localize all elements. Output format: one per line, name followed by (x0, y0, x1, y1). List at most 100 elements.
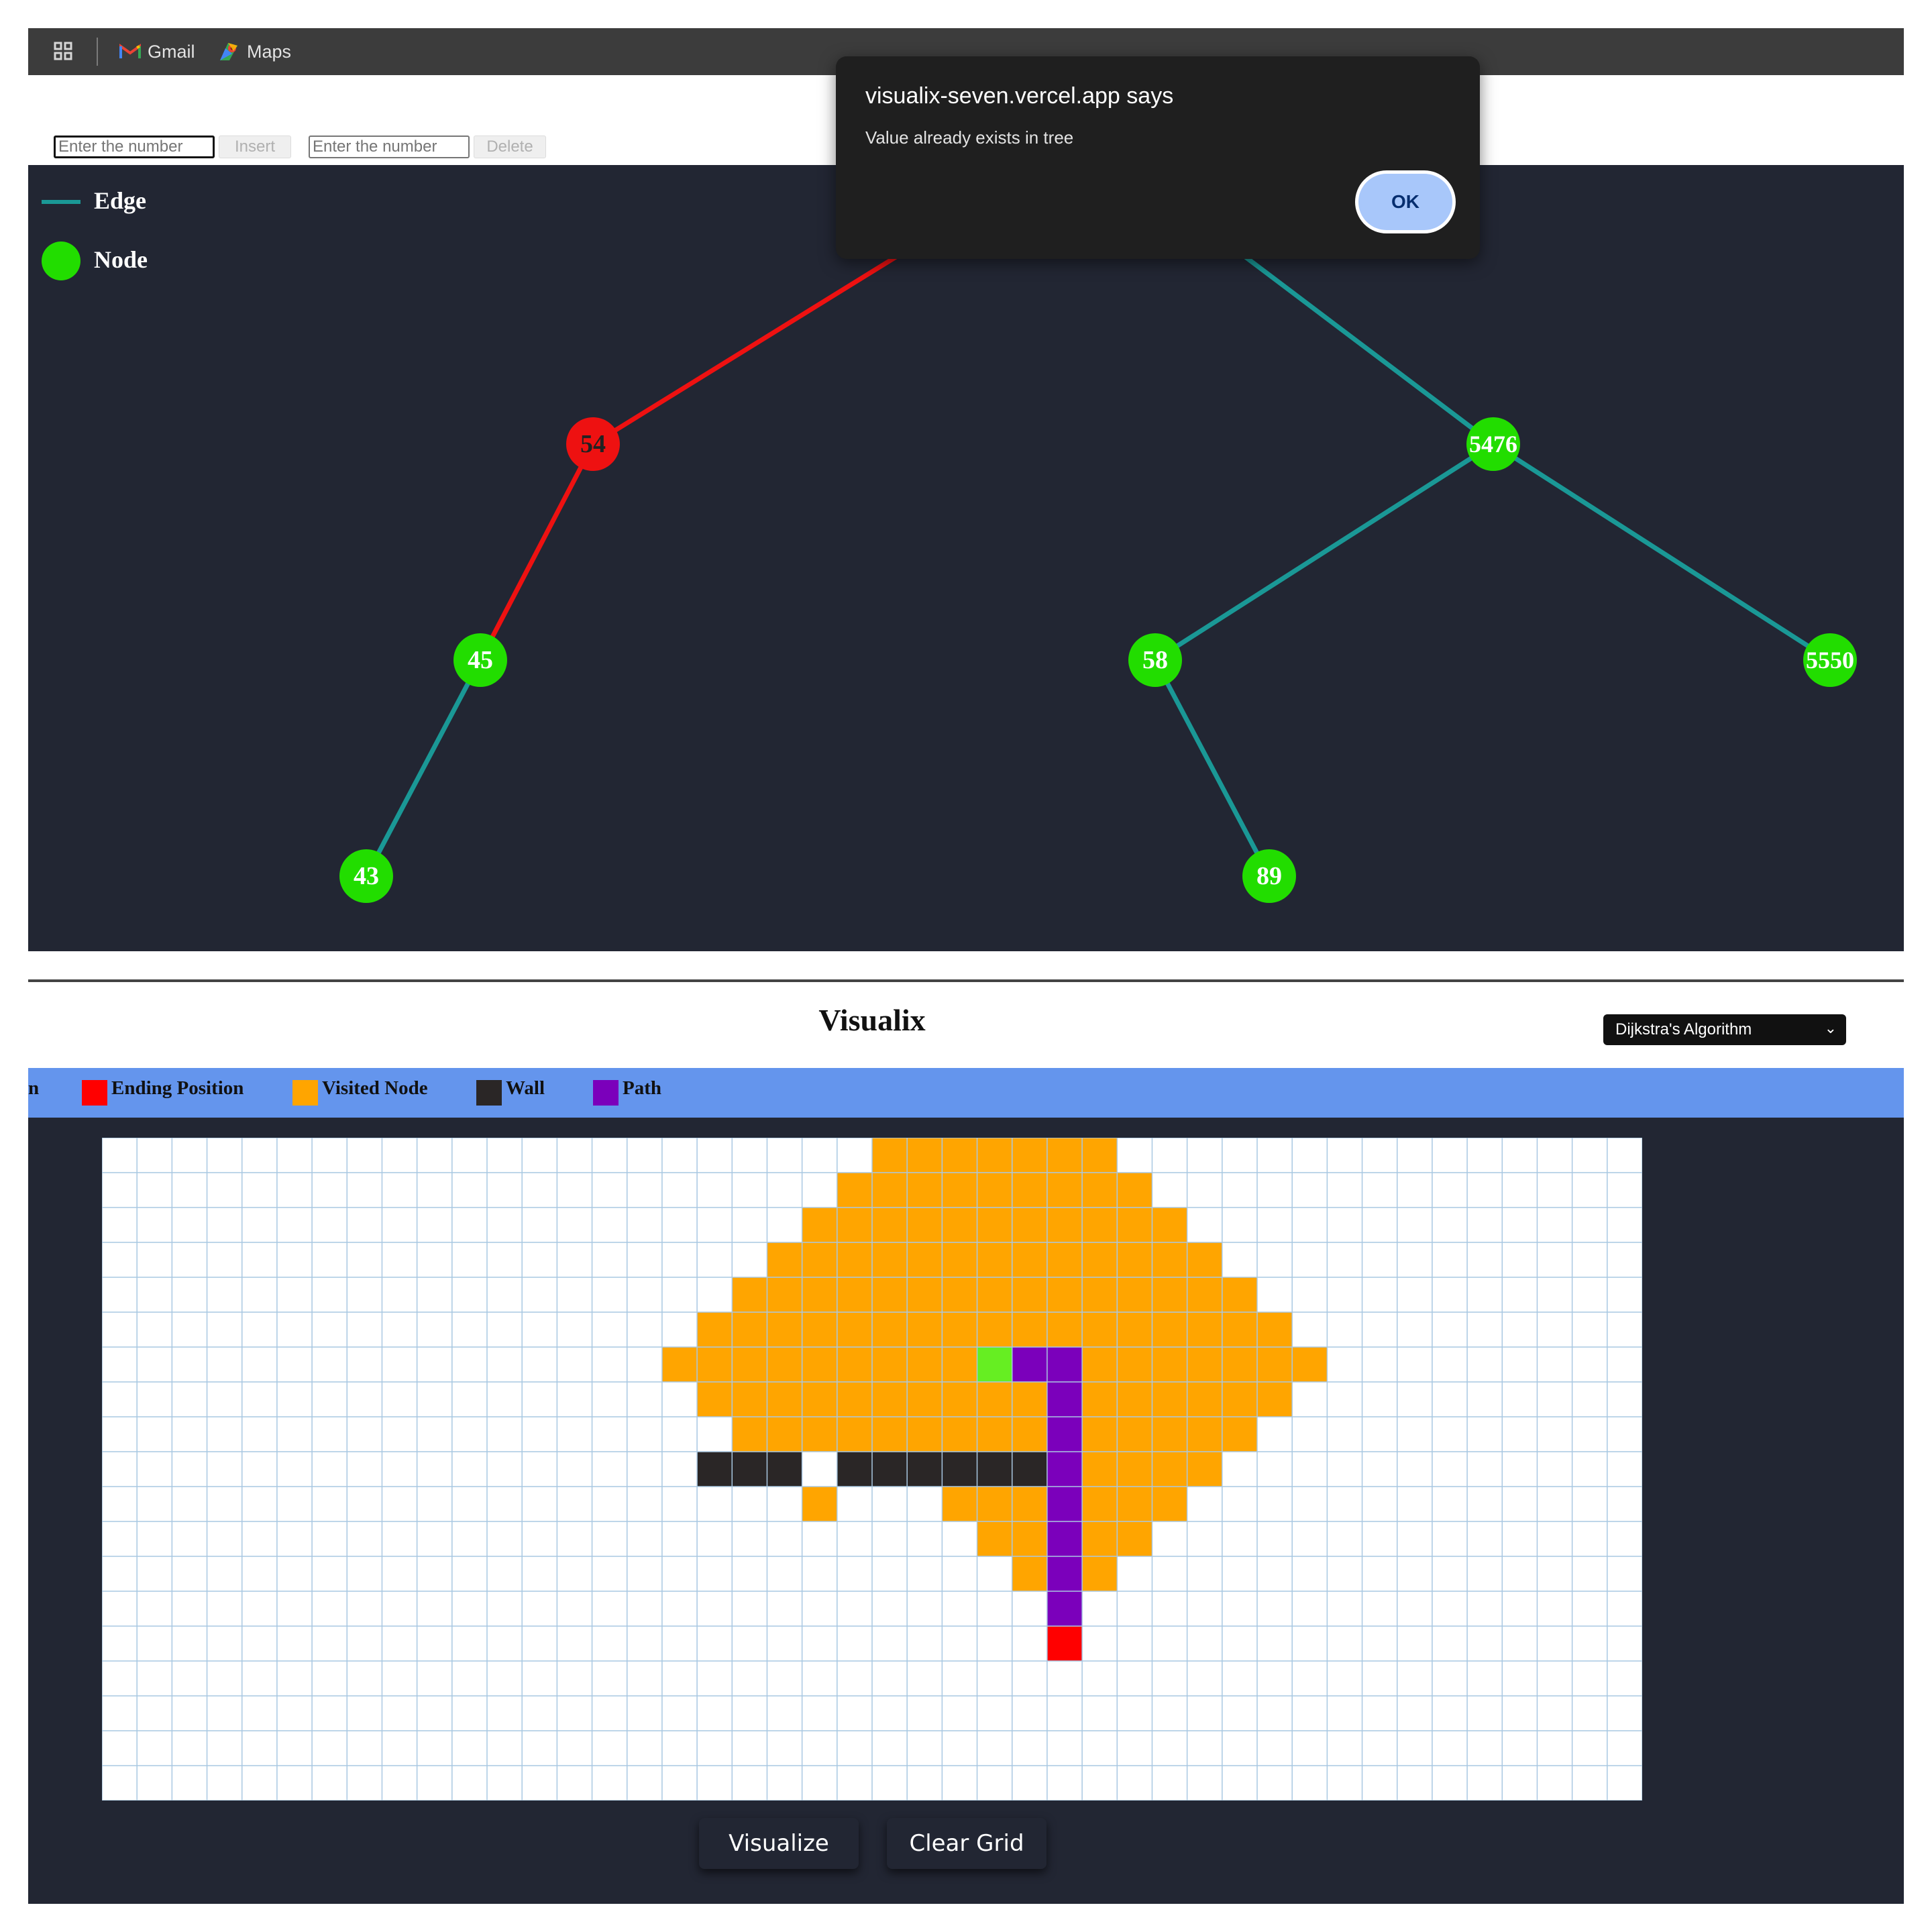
algorithm-select[interactable]: Dijkstra's Algorithm ⌄ (1603, 1014, 1846, 1045)
visited-cell[interactable] (942, 1173, 977, 1208)
wall-cell[interactable] (732, 1452, 767, 1487)
visited-cell[interactable] (1187, 1312, 1222, 1347)
bookmark-maps[interactable]: Maps (219, 28, 291, 75)
delete-button[interactable]: Delete (474, 136, 546, 158)
visited-cell[interactable] (802, 1417, 837, 1452)
visited-cell[interactable] (1082, 1417, 1118, 1452)
visualize-button[interactable]: Visualize (699, 1818, 859, 1869)
visited-cell[interactable] (732, 1347, 767, 1382)
visited-cell[interactable] (907, 1347, 943, 1382)
visited-cell[interactable] (802, 1277, 837, 1312)
tree-node[interactable]: 45 (453, 633, 507, 687)
visited-cell[interactable] (1152, 1312, 1187, 1347)
wall-cell[interactable] (942, 1452, 977, 1487)
visited-cell[interactable] (1187, 1242, 1222, 1277)
visited-cell[interactable] (977, 1521, 1012, 1556)
visited-cell[interactable] (732, 1417, 767, 1452)
visited-cell[interactable] (1222, 1347, 1257, 1382)
visited-cell[interactable] (1082, 1312, 1118, 1347)
visited-cell[interactable] (907, 1242, 943, 1277)
visited-cell[interactable] (942, 1138, 977, 1173)
visited-cell[interactable] (1012, 1138, 1047, 1173)
visited-cell[interactable] (802, 1347, 837, 1382)
visited-cell[interactable] (907, 1417, 943, 1452)
visited-cell[interactable] (767, 1242, 802, 1277)
visited-cell[interactable] (767, 1417, 802, 1452)
visited-cell[interactable] (977, 1382, 1012, 1417)
visited-cell[interactable] (942, 1208, 977, 1242)
wall-cell[interactable] (697, 1452, 733, 1487)
path-cell[interactable] (1046, 1487, 1083, 1521)
visited-cell[interactable] (907, 1382, 943, 1417)
visited-cell[interactable] (732, 1382, 767, 1417)
visited-cell[interactable] (942, 1417, 977, 1452)
visited-cell[interactable] (1257, 1312, 1293, 1347)
path-cell[interactable] (1012, 1347, 1047, 1382)
path-cell[interactable] (1046, 1452, 1083, 1487)
visited-cell[interactable] (977, 1208, 1012, 1242)
visited-cell[interactable] (767, 1382, 802, 1417)
visited-cell[interactable] (1082, 1382, 1118, 1417)
bookmark-gmail[interactable]: Gmail (119, 28, 195, 75)
visited-cell[interactable] (977, 1242, 1012, 1277)
wall-cell[interactable] (907, 1452, 943, 1487)
visited-cell[interactable] (1082, 1173, 1118, 1208)
visited-cell[interactable] (1046, 1312, 1083, 1347)
visited-cell[interactable] (837, 1242, 872, 1277)
visited-cell[interactable] (1117, 1312, 1152, 1347)
visited-cell[interactable] (1082, 1277, 1118, 1312)
visited-cell[interactable] (802, 1312, 837, 1347)
visited-cell[interactable] (977, 1417, 1012, 1452)
visited-cell[interactable] (872, 1208, 908, 1242)
visited-cell[interactable] (1082, 1138, 1118, 1173)
visited-cell[interactable] (872, 1347, 908, 1382)
visited-cell[interactable] (1046, 1138, 1083, 1173)
visited-cell[interactable] (907, 1208, 943, 1242)
visited-cell[interactable] (942, 1312, 977, 1347)
visited-cell[interactable] (1117, 1382, 1152, 1417)
visited-cell[interactable] (942, 1242, 977, 1277)
visited-cell[interactable] (1187, 1347, 1222, 1382)
tree-node[interactable]: 5550 (1803, 633, 1857, 687)
insert-button[interactable]: Insert (219, 136, 291, 158)
visited-cell[interactable] (1012, 1173, 1047, 1208)
visited-cell[interactable] (1012, 1521, 1047, 1556)
delete-number-input[interactable] (309, 136, 470, 158)
visited-cell[interactable] (907, 1312, 943, 1347)
visited-cell[interactable] (1187, 1417, 1222, 1452)
visited-cell[interactable] (767, 1347, 802, 1382)
path-cell[interactable] (1046, 1382, 1083, 1417)
visited-cell[interactable] (1082, 1556, 1118, 1591)
visited-cell[interactable] (1046, 1242, 1083, 1277)
path-cell[interactable] (1046, 1591, 1083, 1626)
path-cell[interactable] (1046, 1417, 1083, 1452)
visited-cell[interactable] (732, 1277, 767, 1312)
visited-cell[interactable] (1117, 1347, 1152, 1382)
visited-cell[interactable] (1117, 1208, 1152, 1242)
apps-grid-icon[interactable] (54, 28, 74, 75)
visited-cell[interactable] (942, 1277, 977, 1312)
tree-node[interactable]: 54 (566, 417, 620, 471)
end-cell[interactable] (1046, 1626, 1083, 1661)
visited-cell[interactable] (837, 1347, 872, 1382)
visited-cell[interactable] (1082, 1347, 1118, 1382)
visited-cell[interactable] (1152, 1208, 1187, 1242)
visited-cell[interactable] (872, 1173, 908, 1208)
visited-cell[interactable] (1152, 1242, 1187, 1277)
tree-node[interactable]: 58 (1128, 633, 1182, 687)
visited-cell[interactable] (1082, 1487, 1118, 1521)
visited-cell[interactable] (907, 1138, 943, 1173)
visited-cell[interactable] (802, 1242, 837, 1277)
visited-cell[interactable] (1012, 1242, 1047, 1277)
visited-cell[interactable] (1152, 1487, 1187, 1521)
visited-cell[interactable] (802, 1487, 837, 1521)
visited-cell[interactable] (1117, 1242, 1152, 1277)
path-cell[interactable] (1046, 1521, 1083, 1556)
visited-cell[interactable] (977, 1138, 1012, 1173)
visited-cell[interactable] (1292, 1347, 1328, 1382)
start-cell[interactable] (977, 1347, 1012, 1382)
visited-cell[interactable] (1082, 1452, 1118, 1487)
visited-cell[interactable] (1117, 1173, 1152, 1208)
visited-cell[interactable] (1082, 1521, 1118, 1556)
visited-cell[interactable] (837, 1277, 872, 1312)
